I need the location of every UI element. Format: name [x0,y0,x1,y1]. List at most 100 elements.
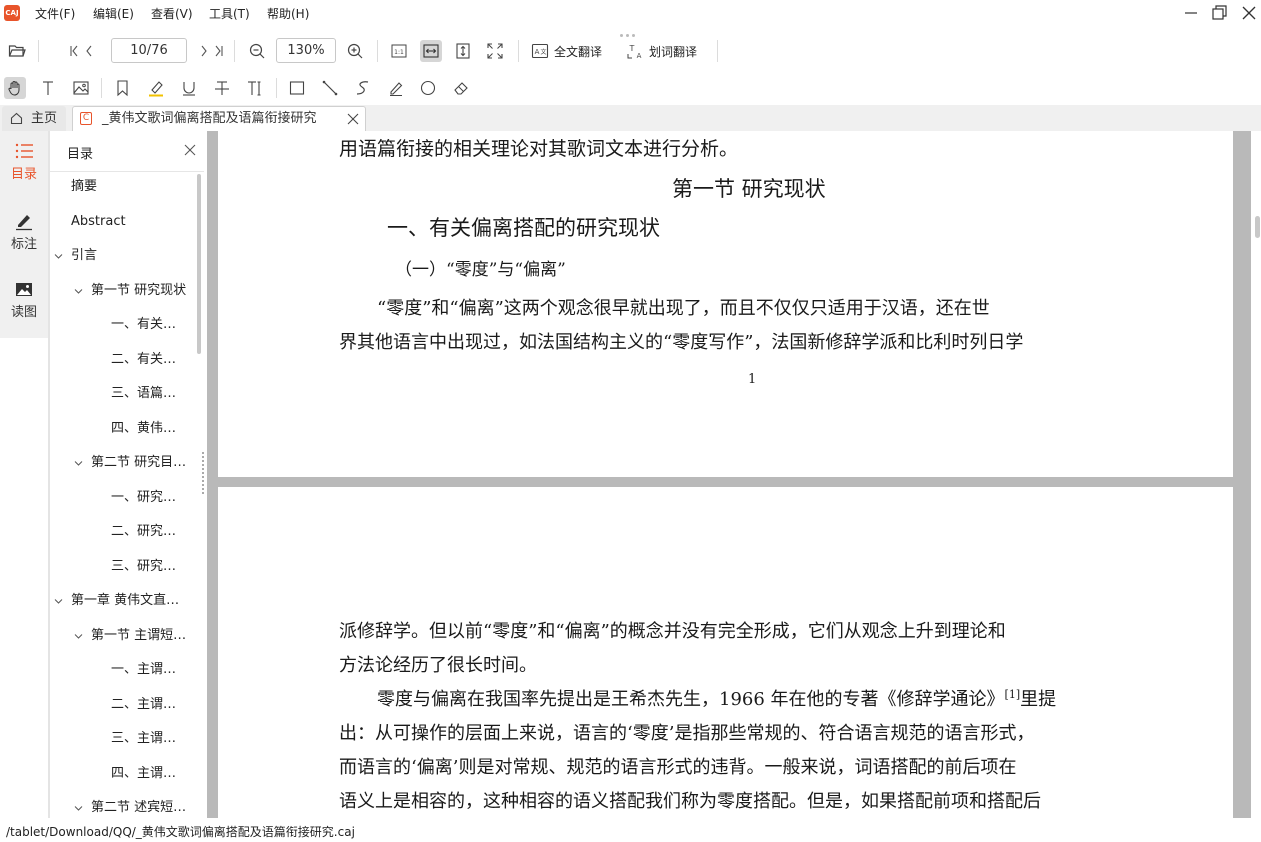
ellipse-tool-button[interactable] [417,77,439,99]
toc-item-label: 一、研究… [111,489,177,505]
toc-item[interactable]: 四、黄伟… [50,416,200,442]
list-icon [15,143,33,159]
toc-item[interactable]: 三、语篇… [50,381,200,407]
underline-button[interactable] [178,77,200,99]
menu-tools[interactable]: 工具(T) [209,5,250,22]
toc-panel-title: 目录 [67,147,94,162]
toc-item[interactable]: 四、主谓… [50,761,200,787]
pen-tool-button[interactable] [385,77,407,99]
toc-item[interactable]: 第二节 述宾短… [50,795,200,818]
chevron-down-icon[interactable] [74,804,83,813]
actual-size-button[interactable]: 1:1 [388,40,410,62]
close-icon [1242,6,1256,20]
document-scrollbar-thumb[interactable] [1255,216,1260,238]
close-window-button[interactable] [1238,3,1260,23]
document-viewer[interactable]: 用语篇衔接的相关理论对其歌词文本进行分析。 第一节 研究现状 一、有关偏离搭配的… [207,131,1261,818]
toc-item[interactable]: 一、有关… [50,312,200,338]
toc-item[interactable]: 第一章 黄伟文直… [50,588,200,614]
section-heading: 第一节 研究现状 [672,177,826,201]
subsubsection-heading: （一）“零度”与“偏离” [395,260,566,280]
toc-item[interactable]: 第一节 研究现状 [50,278,200,304]
zoom-in-button[interactable] [344,40,366,62]
fullscreen-icon [487,43,503,59]
toc-item-label: 一、有关… [111,317,177,332]
menu-view[interactable]: 查看(V) [151,5,193,22]
prev-page-button[interactable] [78,40,100,62]
chevron-down-icon[interactable] [74,287,83,296]
open-file-button[interactable] [6,40,28,62]
divider [50,171,204,172]
rail-notes-button[interactable]: 标注 [0,211,48,252]
body-text-line: 界其他语言中出现过，如法国结构主义的“零度写作”，法国新修辞学派和比利时列日学 [339,332,1024,353]
rectangle-tool-button[interactable] [286,77,308,99]
toc-item[interactable]: 引言 [50,243,200,269]
rail-toc-button[interactable]: 目录 [0,141,48,182]
full-translate-label[interactable]: 全文翻译 [554,43,602,60]
tab-home-label: 主页 [31,111,58,126]
toc-item-label: 摘要 [71,179,98,194]
image-select-button[interactable] [70,77,92,99]
toc-item[interactable]: 第二节 研究目… [50,450,200,476]
toc-item[interactable]: 二、主谓… [50,692,200,718]
full-translate-button[interactable]: A文 [529,40,551,62]
toc-item-label: 二、主谓… [111,696,177,712]
body-text-line: “零度”和“偏离”这两个观念很早就出现了，而且不仅仅只适用于汉语，还在世 [377,298,990,319]
chevron-down-icon[interactable] [74,459,83,468]
toc-item[interactable]: 摘要 [50,174,200,200]
chevron-down-icon[interactable] [54,597,63,606]
toc-item[interactable]: Abstract [50,209,200,235]
menu-edit[interactable]: 编辑(E) [93,5,134,22]
fit-width-button[interactable] [420,40,442,62]
line-tool-button[interactable] [319,77,341,99]
folder-open-icon [8,45,26,57]
zoom-level-input[interactable]: 130% [276,38,336,63]
word-translate-button[interactable]: TA [624,40,646,62]
zoom-out-button[interactable] [246,40,268,62]
toc-item[interactable]: 一、主谓… [50,657,200,683]
restore-button[interactable] [1208,3,1230,23]
tab-bar: 主页 C _黄伟文歌词偏离搭配及语篇衔接研究 [0,105,1261,131]
hand-tool-button[interactable] [4,77,26,99]
toc-scrollbar[interactable] [197,174,201,354]
eraser-tool-button[interactable] [450,77,472,99]
chevron-down-icon[interactable] [54,252,63,261]
svg-text:文: 文 [540,48,546,56]
insert-text-button[interactable] [244,77,266,99]
tab-home[interactable]: 主页 [2,106,66,131]
fit-page-button[interactable] [452,40,474,62]
toc-item-label: 二、研究… [111,524,177,539]
minimize-button[interactable] [1180,3,1202,23]
close-panel-icon[interactable] [184,144,196,156]
bookmark-button[interactable] [112,77,134,99]
toc-item[interactable]: 三、研究… [50,554,200,580]
word-translate-label[interactable]: 划词翻译 [649,43,697,60]
page-number-input[interactable]: 10/76 [111,38,187,63]
file-path: /tablet/Download/QQ/_黄伟文歌词偏离搭配及语篇衔接研究.ca… [6,825,355,839]
menu-help[interactable]: 帮助(H) [267,5,309,22]
tab-document[interactable]: C _黄伟文歌词偏离搭配及语篇衔接研究 [72,106,366,131]
citation-ref[interactable]: [1] [1005,688,1021,701]
toc-item[interactable]: 一、研究… [50,485,200,511]
last-page-button[interactable] [208,40,230,62]
status-bar: /tablet/Download/QQ/_黄伟文歌词偏离搭配及语篇衔接研究.ca… [0,818,1261,842]
chevron-down-icon[interactable] [74,632,83,641]
text-box-icon [248,81,261,96]
highlight-button[interactable] [145,77,167,99]
menu-bar: CAJ 文件(F) 编辑(E) 查看(V) 工具(T) 帮助(H) [0,0,1261,37]
fullscreen-button[interactable] [484,40,506,62]
close-tab-icon[interactable] [347,113,359,125]
toc-item[interactable]: 三、主谓… [50,726,200,752]
text-select-button[interactable] [37,77,59,99]
rail-figures-button[interactable]: 读图 [0,281,48,320]
toc-item[interactable]: 二、有关… [50,347,200,373]
toc-item[interactable]: 第一节 主谓短… [50,623,200,649]
toc-item-label: 四、主谓… [111,765,177,781]
freehand-tool-button[interactable] [352,77,374,99]
menu-file[interactable]: 文件(F) [35,5,75,22]
drag-handle[interactable] [620,22,640,37]
strikethrough-button[interactable] [211,77,233,99]
strikethrough-icon [215,81,229,95]
toc-item[interactable]: 二、研究… [50,519,200,545]
toc-item-label: Abstract [71,213,126,229]
fit-height-icon [456,43,470,59]
